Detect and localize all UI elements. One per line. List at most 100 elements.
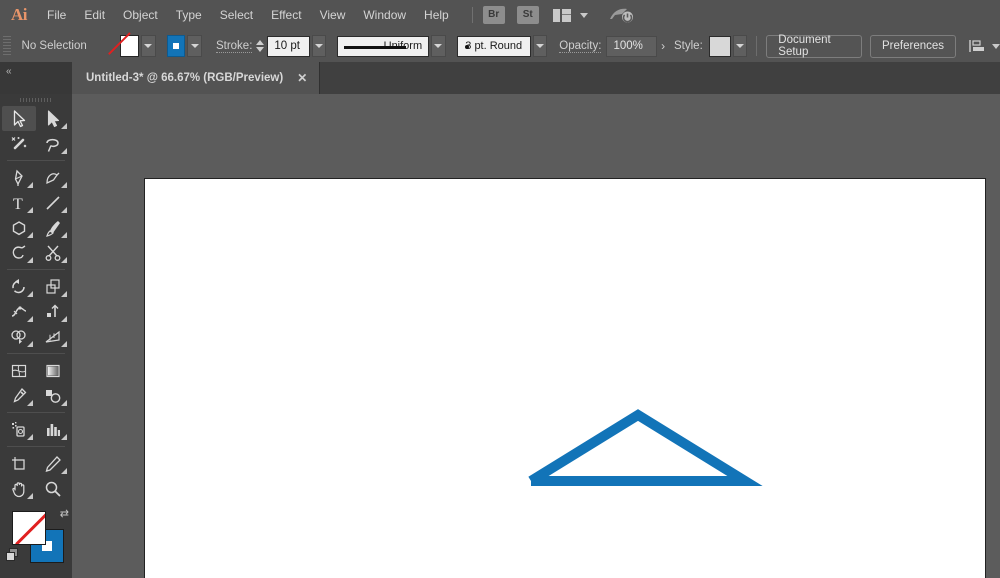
stroke-weight-label[interactable]: Stroke:	[216, 40, 252, 53]
direct-selection-tool[interactable]	[36, 106, 70, 131]
artboard-tool[interactable]	[2, 451, 36, 476]
stroke-dropdown-button[interactable]	[187, 35, 202, 57]
preferences-button[interactable]: Preferences	[870, 35, 956, 58]
panel-collapse-area[interactable]: «	[0, 62, 72, 94]
artboard[interactable]	[144, 178, 986, 578]
tool-flyout-indicator	[27, 400, 33, 406]
tool-divider	[7, 412, 65, 413]
free-transform-tool[interactable]	[36, 299, 70, 324]
shaper-tool[interactable]	[2, 240, 36, 265]
menu-item-help[interactable]: Help	[415, 0, 458, 30]
line-segment-tool[interactable]	[36, 190, 70, 215]
document-setup-button[interactable]: Document Setup	[766, 35, 862, 58]
menu-item-edit[interactable]: Edit	[75, 0, 114, 30]
column-graph-tool[interactable]	[36, 417, 70, 442]
stroke-weight-input[interactable]: 10 pt	[267, 36, 309, 57]
fill-stroke-controls: ⇄	[3, 507, 71, 578]
tools-panel-grip[interactable]	[0, 94, 72, 106]
opacity-expand-button[interactable]: ›	[657, 35, 669, 57]
document-tab[interactable]: Untitled-3* @ 66.67% (RGB/Preview) ✕	[72, 62, 320, 94]
tool-flyout-indicator	[61, 182, 67, 188]
chevron-down-icon	[191, 44, 199, 48]
canvas-area[interactable]	[72, 94, 1000, 578]
workspace-switcher[interactable]	[553, 9, 588, 22]
gradient-tool[interactable]	[36, 358, 70, 383]
align-options-button[interactable]	[968, 38, 1000, 54]
graphic-style-swatch[interactable]	[709, 36, 731, 57]
stroke-profile-dropdown-button[interactable]	[431, 35, 446, 57]
control-bar: No Selection Stroke: 10 pt Uniform	[0, 30, 1000, 63]
fill-dropdown-button[interactable]	[141, 35, 156, 57]
close-icon[interactable]: ✕	[297, 72, 307, 84]
brush-definition-select[interactable]: 3 pt. Round	[457, 36, 531, 57]
chevron-down-icon	[992, 44, 1000, 49]
rectangle-tool[interactable]	[2, 215, 36, 240]
hand-tool[interactable]	[2, 476, 36, 501]
bridge-button[interactable]: Br	[483, 6, 505, 24]
fill-swatch-button[interactable]	[120, 35, 139, 57]
chevron-down-icon	[580, 13, 588, 18]
fill-color-swatch[interactable]	[12, 511, 46, 545]
scale-tool[interactable]	[36, 274, 70, 299]
chevron-down-icon	[144, 44, 152, 48]
width-tool[interactable]	[2, 299, 36, 324]
blend-tool[interactable]	[36, 383, 70, 408]
collapse-arrows-icon: «	[6, 66, 11, 77]
menu-item-window[interactable]: Window	[354, 0, 415, 30]
default-fill-stroke-button[interactable]	[5, 547, 21, 568]
control-bar-grip[interactable]	[3, 36, 11, 56]
type-tool[interactable]: T	[2, 190, 36, 215]
tool-flyout-indicator	[61, 257, 67, 263]
magic-wand-tool[interactable]	[2, 131, 36, 156]
stock-button[interactable]: St	[517, 6, 539, 24]
stroke-weight-dropdown-button[interactable]	[312, 35, 327, 57]
tool-flyout-indicator	[61, 207, 67, 213]
tool-flyout-indicator	[61, 148, 67, 154]
brush-dropdown-button[interactable]	[533, 35, 548, 57]
document-tab-bar: « Untitled-3* @ 66.67% (RGB/Preview) ✕	[0, 62, 1000, 94]
tool-flyout-indicator	[27, 182, 33, 188]
brush-dot-icon	[465, 45, 469, 49]
mesh-tool[interactable]	[2, 358, 36, 383]
perspective-grid-tool[interactable]	[36, 324, 70, 349]
menu-item-select[interactable]: Select	[211, 0, 262, 30]
pen-tool[interactable]	[2, 165, 36, 190]
stroke-swatch-inner	[171, 41, 181, 51]
stroke-swatch-button[interactable]	[167, 35, 186, 57]
adobe-cloud-icon[interactable]	[608, 6, 634, 24]
stroke-weight-stepper[interactable]	[256, 40, 264, 52]
menu-item-type[interactable]: Type	[167, 0, 211, 30]
tool-flyout-indicator	[27, 291, 33, 297]
tool-flyout-indicator	[27, 232, 33, 238]
rotate-tool[interactable]	[2, 274, 36, 299]
menu-item-view[interactable]: View	[311, 0, 355, 30]
tool-flyout-indicator	[27, 341, 33, 347]
tool-flyout-indicator	[61, 316, 67, 322]
menu-bar: Ai File Edit Object Type Select Effect V…	[0, 0, 1000, 31]
stroke-profile-select[interactable]: Uniform	[337, 36, 429, 57]
opacity-input[interactable]: 100%	[606, 36, 657, 57]
opacity-label[interactable]: Opacity:	[559, 40, 601, 53]
menu-item-effect[interactable]: Effect	[262, 0, 310, 30]
paintbrush-tool[interactable]	[36, 215, 70, 240]
shape-builder-tool[interactable]	[2, 324, 36, 349]
no-fill-slash-icon	[15, 511, 46, 545]
menu-item-object[interactable]: Object	[114, 0, 167, 30]
symbol-sprayer-tool[interactable]	[2, 417, 36, 442]
chevron-down-icon	[315, 44, 323, 48]
scissors-tool[interactable]	[36, 240, 70, 265]
chevron-down-icon	[434, 44, 442, 48]
tool-flyout-indicator	[61, 232, 67, 238]
zoom-tool[interactable]	[36, 476, 70, 501]
selection-tool[interactable]	[2, 106, 36, 131]
lasso-tool[interactable]	[36, 131, 70, 156]
app-logo: Ai	[0, 5, 38, 25]
style-dropdown-button[interactable]	[733, 35, 748, 57]
eyedropper-tool[interactable]	[2, 383, 36, 408]
tool-flyout-indicator	[61, 434, 67, 440]
swap-fill-stroke-button[interactable]: ⇄	[60, 507, 69, 520]
tool-flyout-indicator	[61, 123, 67, 129]
curvature-tool[interactable]	[36, 165, 70, 190]
slice-tool[interactable]	[36, 451, 70, 476]
menu-item-file[interactable]: File	[38, 0, 75, 30]
